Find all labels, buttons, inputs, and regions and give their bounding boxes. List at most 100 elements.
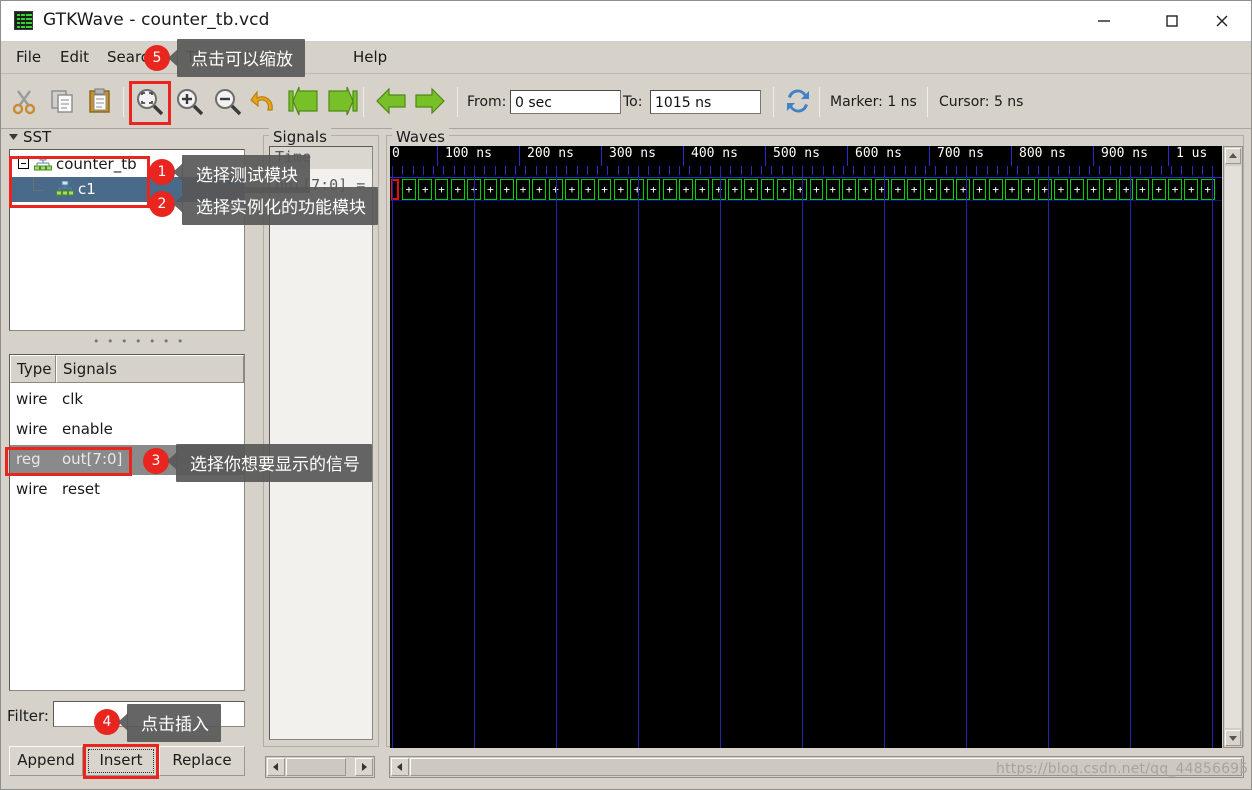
wave-signal-row[interactable]: + + + + + + + + + + + + + + + + + + + + + + + + + + + + + + + + + + + + + + + +… xyxy=(390,179,1222,201)
pane-resize-handle[interactable]: • • • • • • • xyxy=(93,335,185,348)
go-start-icon[interactable] xyxy=(287,86,321,120)
ruler-tick-label: 1 us xyxy=(1176,146,1208,161)
window-title: GTKWave - counter_tb.vcd xyxy=(43,10,270,30)
wave-bus-cell: + xyxy=(956,179,971,200)
menu-edit[interactable]: Edit xyxy=(58,48,91,66)
wave-bus-cell: + xyxy=(1151,179,1166,200)
badge-4: 4 xyxy=(94,709,120,735)
wave-bus-cell: + xyxy=(988,179,1003,200)
zoom-in-icon[interactable] xyxy=(174,86,208,120)
close-button[interactable] xyxy=(1199,1,1245,41)
from-input[interactable] xyxy=(510,90,621,114)
wave-bus-cell: + xyxy=(825,179,840,200)
watermark-text: https://blog.csdn.net/qq_44856695 xyxy=(996,761,1249,777)
replace-button[interactable]: Replace xyxy=(159,746,245,776)
wave-bus-cell: + xyxy=(662,179,677,200)
wave-bus-cell: + xyxy=(581,179,596,200)
ruler-tick-label: 100 ns xyxy=(445,146,492,161)
badge-3: 3 xyxy=(143,448,169,474)
wave-bus-cell: + xyxy=(483,179,498,200)
minimize-button[interactable] xyxy=(1081,1,1127,41)
cut-icon[interactable] xyxy=(9,86,43,120)
append-button[interactable]: Append xyxy=(9,746,83,776)
paste-icon[interactable] xyxy=(85,86,119,120)
wave-bus-cell: + xyxy=(597,179,612,200)
wave-bus-cell: + xyxy=(1021,179,1036,200)
callout-select-signal: 选择你想要显示的信号 xyxy=(176,444,372,482)
wave-bus-cell: + xyxy=(679,179,693,200)
sst-header-label: SST xyxy=(23,128,52,146)
menu-file[interactable]: File xyxy=(14,48,43,66)
scroll-down-icon[interactable] xyxy=(1225,730,1241,746)
sst-collapse-arrow[interactable] xyxy=(7,129,21,145)
menu-help[interactable]: Help xyxy=(351,48,389,66)
ruler-tick-label: 300 ns xyxy=(609,146,656,161)
insert-button[interactable]: Insert xyxy=(85,746,157,776)
wave-grid-line xyxy=(638,166,639,748)
scroll-up-icon[interactable] xyxy=(1225,148,1241,164)
wave-vertical-scrollbar[interactable] xyxy=(1223,146,1243,748)
wave-bus-cell: + xyxy=(858,179,873,200)
wave-bus-cell: + xyxy=(793,179,808,200)
waves-panel-legend: Waves xyxy=(392,128,449,146)
callout-select-instance: 选择实例化的功能模块 xyxy=(182,187,378,225)
wave-bus-cell: + xyxy=(972,179,987,200)
signal-row-enable[interactable]: wire enable xyxy=(10,415,244,445)
wave-bus-cell: + xyxy=(891,179,905,200)
zoom-undo-icon[interactable] xyxy=(250,86,284,120)
reload-icon[interactable] xyxy=(783,86,817,120)
tree-expander-icon[interactable] xyxy=(18,158,29,169)
wave-bus-cell: + xyxy=(1070,179,1085,200)
badge-2: 2 xyxy=(149,191,175,217)
next-edge-icon[interactable] xyxy=(413,86,447,120)
wave-bus-cell: + xyxy=(711,179,726,200)
wave-bus-cell: + xyxy=(1086,179,1101,200)
tree-elbow-line xyxy=(33,177,43,191)
callout-click-zoom: 点击可以缩放 xyxy=(177,39,305,77)
column-header-signals[interactable]: Signals xyxy=(56,355,244,383)
wave-bus-cell: + xyxy=(842,179,856,200)
scroll-trough[interactable] xyxy=(1225,166,1241,728)
column-header-type[interactable]: Type xyxy=(10,355,56,383)
copy-icon[interactable] xyxy=(47,86,81,120)
scroll-left-icon[interactable] xyxy=(391,758,409,776)
signal-name: reset xyxy=(62,480,100,498)
scroll-left-icon[interactable] xyxy=(267,758,285,776)
wave-bus-cell: + xyxy=(809,179,824,200)
signal-row-clk[interactable]: wire clk xyxy=(10,385,244,415)
wave-grid-line xyxy=(556,166,557,748)
ruler-tick-label: 700 ns xyxy=(937,146,984,161)
wave-grid-line xyxy=(474,166,475,748)
wave-bus-cell: + xyxy=(402,179,416,200)
scroll-right-icon[interactable] xyxy=(355,758,373,776)
ruler-tick-label: 500 ns xyxy=(773,146,820,161)
wave-bus-cell: + xyxy=(1005,179,1019,200)
wave-time-ruler: 0 100 ns 200 ns 300 ns 400 ns 500 ns 600 ns 700… xyxy=(390,146,1222,166)
wave-bus-cell: + xyxy=(418,179,433,200)
signals-horizontal-scrollbar[interactable] xyxy=(265,756,375,778)
go-end-icon[interactable] xyxy=(325,86,359,120)
wave-bus-cell: + xyxy=(907,179,922,200)
signals-name-list[interactable]: Time out[7:0] = xyxy=(269,146,373,740)
badge-5: 5 xyxy=(144,45,170,71)
signal-list-panel[interactable]: Type Signals wire clk wire enable reg ou… xyxy=(9,354,245,691)
wave-grid-line xyxy=(884,166,885,748)
wave-bus-cell: + xyxy=(939,179,954,200)
wave-bus-cell: + xyxy=(499,179,514,200)
wave-bus-cell: + xyxy=(874,179,889,200)
zoom-fit-icon[interactable] xyxy=(134,86,168,120)
scroll-thumb[interactable] xyxy=(286,758,346,776)
wave-bus-cell: + xyxy=(565,179,579,200)
maximize-button[interactable] xyxy=(1149,1,1195,41)
wave-canvas[interactable]: 0 100 ns 200 ns 300 ns 400 ns 500 ns 600 ns 700… xyxy=(390,146,1222,748)
wave-grid-line xyxy=(966,166,967,748)
ruler-tick-label: 900 ns xyxy=(1101,146,1148,161)
ruler-tick-label: 0 xyxy=(392,146,400,161)
tree-item-label: counter_tb xyxy=(56,155,137,173)
wave-bus-cell: + xyxy=(434,179,449,200)
to-input[interactable] xyxy=(650,90,761,114)
prev-edge-icon[interactable] xyxy=(375,86,409,120)
wave-bus-cell: + xyxy=(646,179,661,200)
zoom-out-icon[interactable] xyxy=(212,86,246,120)
ruler-tick-label: 800 ns xyxy=(1019,146,1066,161)
